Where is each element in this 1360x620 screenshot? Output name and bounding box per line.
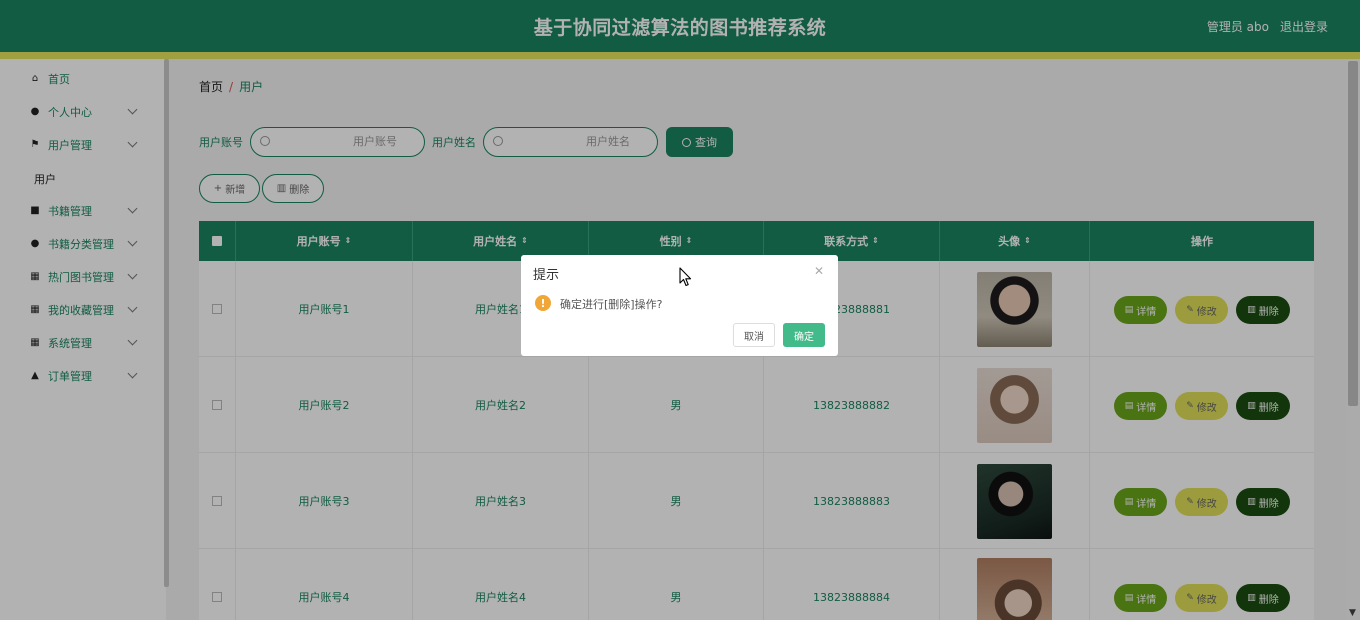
warning-icon: ! [535, 295, 551, 311]
mouse-cursor-icon [679, 267, 692, 287]
dialog-message: 确定进行[删除]操作? [560, 298, 663, 311]
cancel-button[interactable]: 取消 [733, 323, 775, 347]
close-icon[interactable]: ✕ [814, 264, 824, 278]
confirm-button[interactable]: 确定 [783, 323, 825, 347]
dialog-title: 提示 [533, 268, 560, 283]
